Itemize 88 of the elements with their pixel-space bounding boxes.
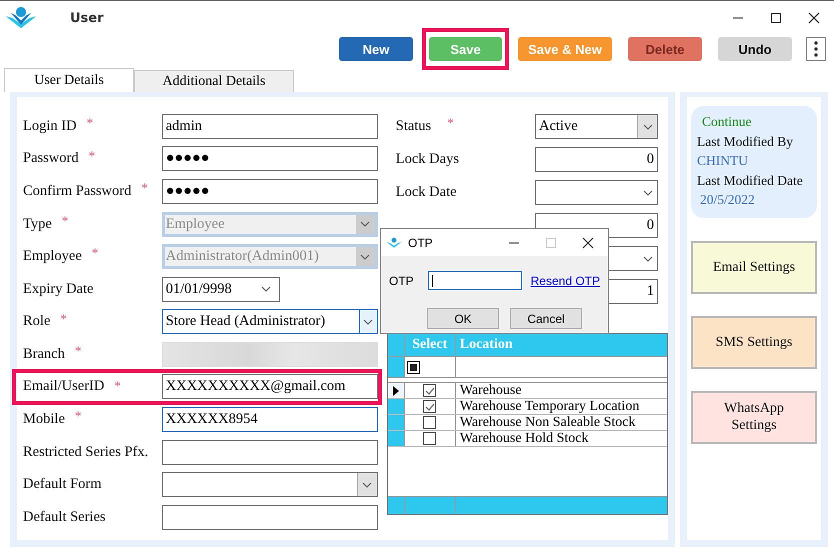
dialog-button[interactable]: Cancel [510, 308, 582, 329]
required-mark: * [92, 245, 98, 262]
table-cell-text: Warehouse Non Saleable Stock [458, 415, 637, 430]
input-field[interactable]: admin [162, 114, 378, 139]
logo-icon [386, 236, 402, 250]
field-label: Restricted Series Pfx. [23, 444, 148, 461]
toolbar-button[interactable]: Undo [718, 37, 792, 61]
checkbox[interactable] [423, 400, 436, 413]
checkbox[interactable] [406, 360, 420, 374]
info-label: Last Modified Date [697, 172, 804, 190]
dropdown[interactable]: Active [535, 114, 658, 139]
close-icon[interactable] [582, 236, 594, 248]
input-field[interactable]: 0 [535, 147, 658, 172]
required-mark: * [74, 408, 82, 424]
checkbox[interactable] [423, 416, 436, 429]
field-label: Status [396, 118, 432, 135]
dropdown-arrow-button[interactable] [356, 473, 377, 496]
field-label: Login ID [23, 118, 77, 135]
dropdown[interactable] [535, 180, 658, 205]
chevron-icon [360, 254, 370, 260]
field-label: Role [23, 313, 50, 330]
input-field[interactable]: XXXXXX8954 [162, 407, 378, 432]
dialog-button[interactable]: OK [427, 308, 499, 329]
field-label: Default Series [23, 508, 106, 526]
field-label: Confirm Password [23, 182, 132, 200]
required-mark: * [114, 378, 121, 394]
field-label: Lock Date [396, 184, 457, 201]
settings-button[interactable]: SMS Settings [691, 316, 817, 368]
window-title: User [70, 10, 104, 26]
input-field[interactable] [162, 440, 378, 465]
close-icon[interactable] [808, 12, 820, 24]
chevron-icon [642, 190, 652, 196]
required-mark: * [88, 148, 96, 164]
info-label: Last Modified By [697, 132, 794, 151]
field-label: Expiry Date [23, 280, 94, 298]
tab[interactable]: User Details [4, 68, 134, 92]
field-label: OTP [389, 274, 414, 288]
dropdown[interactable] [162, 472, 378, 498]
chevron-icon [360, 221, 370, 228]
chevron-icon [260, 286, 271, 292]
required-mark: * [62, 212, 68, 229]
dropdown-arrow-button[interactable] [637, 115, 657, 138]
required-mark: * [86, 115, 94, 131]
row-pointer-icon [392, 386, 399, 396]
info-value: 20/5/2022 [699, 191, 756, 209]
chevron-icon [642, 256, 652, 262]
info-value: CHINTU [697, 152, 749, 170]
table-cell-text: Warehouse Hold Stock [458, 431, 590, 446]
more-icon [814, 41, 818, 57]
field-label: Branch [23, 346, 65, 363]
table-cell-text: Warehouse [458, 383, 523, 398]
maximize-icon[interactable] [770, 12, 782, 24]
logo-icon [4, 5, 38, 31]
input-field[interactable]: ●●●●● [162, 146, 378, 172]
status-text: Continue [701, 113, 752, 131]
maximize-icon [546, 238, 556, 248]
field-label: Default Form [23, 476, 102, 494]
tab[interactable]: Additional Details [134, 70, 294, 92]
chevron-icon [642, 124, 652, 130]
table-cell-text: Warehouse Temporary Location [458, 399, 640, 414]
required-mark: * [141, 180, 148, 196]
row-header[interactable] [388, 383, 405, 398]
otp-field[interactable] [428, 271, 522, 290]
field-label: Email/UserID [23, 378, 104, 396]
required-mark: * [60, 310, 67, 327]
dropdown[interactable]: Store Head (Administrator) [162, 309, 378, 334]
input-field[interactable] [162, 504, 378, 530]
settings-button[interactable]: WhatsApp Settings [691, 390, 817, 444]
chevron-icon [362, 482, 372, 488]
resend-link[interactable]: Resend OTP [530, 274, 600, 288]
field-label: Mobile [23, 411, 65, 428]
dropdown-arrow-button[interactable] [358, 309, 378, 334]
more-button[interactable] [806, 37, 826, 61]
checkbox[interactable] [423, 384, 436, 397]
field-label: Type [23, 216, 52, 233]
field-label: Lock Days [396, 151, 459, 168]
dialog-title: OTP [408, 236, 433, 250]
date-picker[interactable]: 01/01/9998 [162, 276, 280, 302]
field-label: Password [23, 150, 79, 168]
input-field[interactable]: XXXXXXXXXX@gmail.com [162, 374, 378, 400]
checkbox[interactable] [423, 432, 436, 445]
settings-button[interactable]: Email Settings [691, 240, 817, 294]
toolbar-button[interactable]: New [339, 37, 413, 61]
chevron-icon [363, 318, 374, 325]
required-mark: * [447, 115, 454, 131]
input-field[interactable]: ●●●●● [162, 178, 378, 204]
required-mark: * [74, 343, 82, 360]
field-label: Employee [23, 248, 82, 266]
